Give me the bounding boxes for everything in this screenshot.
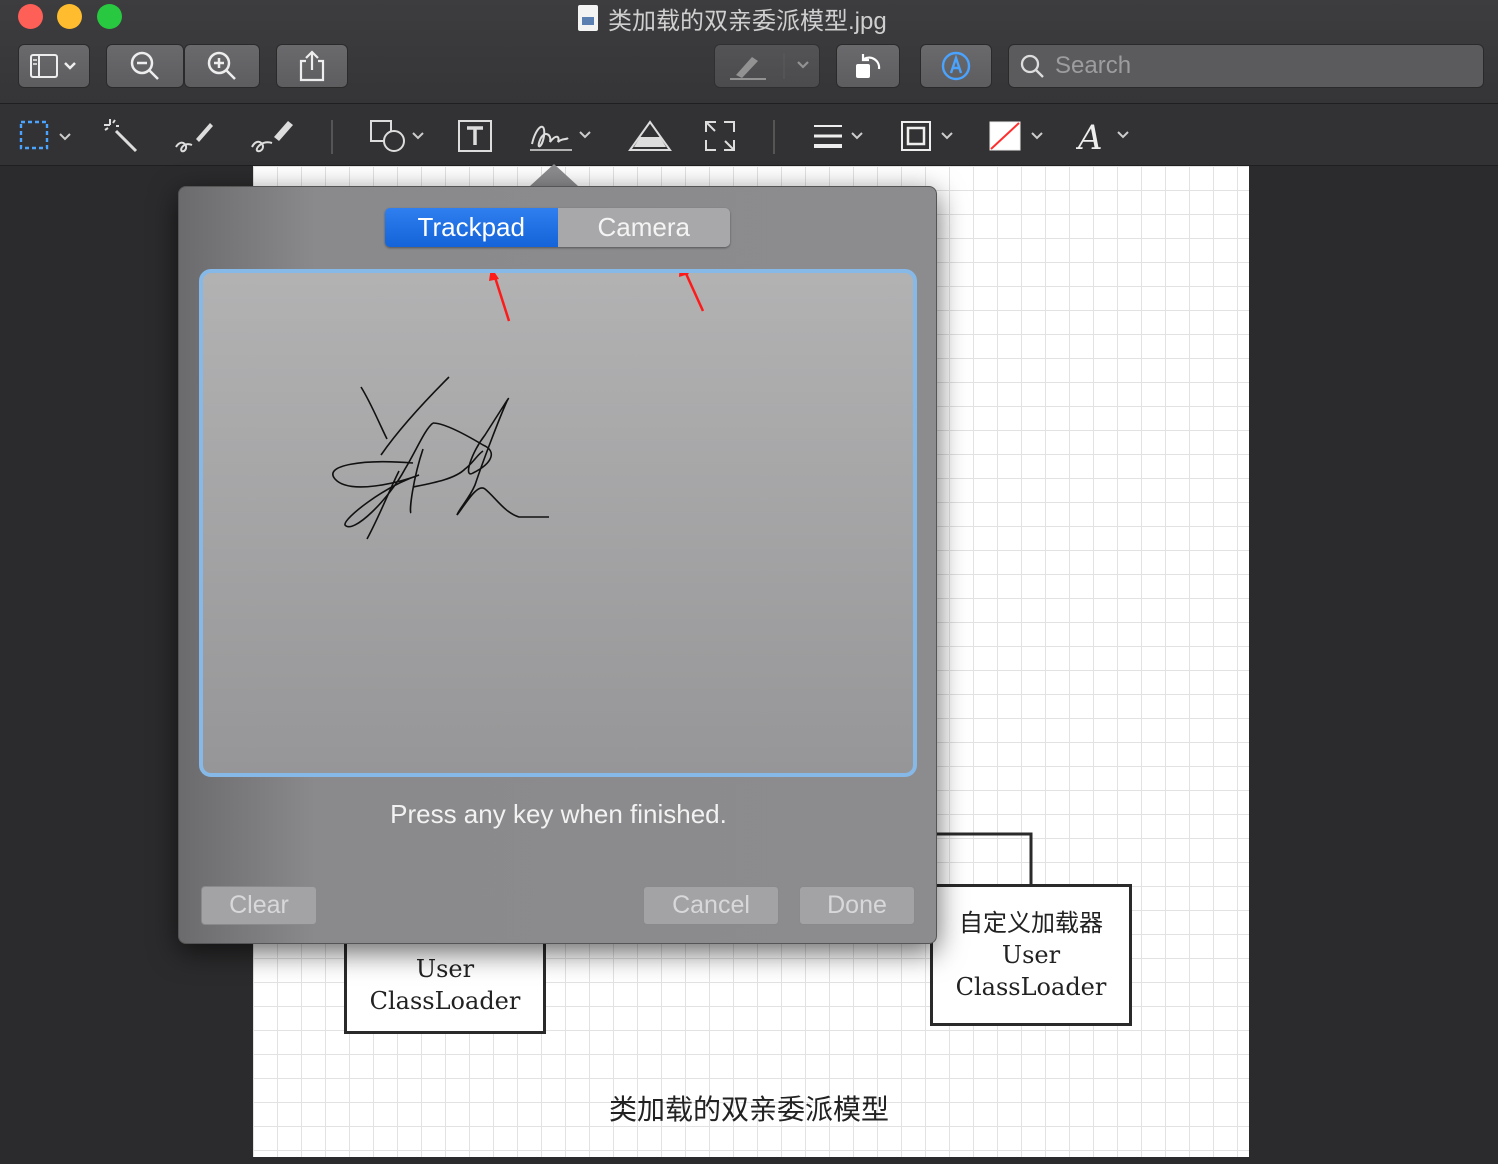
signature-source-segmented-control: Trackpad Camera [385, 208, 730, 247]
sidebar-icon [30, 54, 76, 78]
share-button[interactable] [276, 44, 348, 88]
rotate-icon [856, 54, 881, 78]
markup-toolbar-button[interactable] [920, 44, 992, 88]
signature-hint-text: Press any key when finished. [390, 799, 727, 829]
signature-popover: Trackpad Camera Press any key when finis… [178, 186, 937, 944]
zoom-window-button[interactable] [97, 4, 122, 29]
zoom-out-icon [130, 51, 159, 80]
adjust-size-tool[interactable] [702, 116, 738, 156]
text-style-icon: A [1076, 118, 1129, 156]
text-tool[interactable] [456, 116, 494, 156]
svg-text:A: A [1076, 118, 1103, 156]
text-box-icon [458, 120, 492, 152]
rotate-button[interactable] [836, 44, 900, 88]
popover-arrow [530, 164, 578, 186]
draw-tool[interactable] [248, 116, 296, 156]
box-line: ClassLoader [955, 973, 1107, 1001]
border-color-tool[interactable] [898, 116, 962, 156]
markup-toolbar: A [0, 104, 1498, 166]
search-field[interactable] [1008, 44, 1484, 88]
border-color-icon [901, 121, 953, 151]
text-style-tool[interactable]: A [1076, 116, 1138, 156]
highlight-button[interactable] [714, 44, 820, 88]
window-title-text: 类加载的双亲委派模型.jpg [608, 7, 887, 35]
diagram-caption: 类加载的双亲委派模型 [608, 1093, 889, 1126]
fill-color-tool[interactable] [986, 116, 1052, 156]
markup-icon [941, 51, 971, 81]
resize-icon [705, 121, 735, 151]
signature-icon [530, 125, 591, 151]
diagram-box-user-classloader: User ClassLoader [344, 938, 546, 1034]
search-input[interactable] [1055, 52, 1455, 80]
sidebar-button[interactable] [18, 44, 90, 88]
draw-icon [251, 121, 293, 153]
diagram-box-custom-loader: 自定义加载器 User ClassLoader [930, 884, 1132, 1026]
zoom-in-icon [207, 51, 236, 80]
rect-selection-icon [19, 120, 71, 150]
annotation-arrows [489, 273, 705, 322]
toolbar-separator [773, 120, 775, 154]
highlighter-icon [730, 53, 809, 80]
signature-drawing-pad[interactable] [199, 269, 917, 777]
prism-icon [628, 120, 672, 151]
toolbar-separator [331, 120, 333, 154]
cancel-button[interactable]: Cancel [643, 886, 779, 925]
window-title: 类加载的双亲委派模型.jpg [578, 2, 887, 35]
zoom-in-button[interactable] [184, 44, 260, 88]
magic-wand-icon [104, 119, 138, 153]
box-line: ClassLoader [369, 986, 521, 1015]
tab-trackpad[interactable]: Trackpad [385, 208, 558, 247]
selection-tool[interactable] [18, 116, 78, 156]
shape-style-tool[interactable] [810, 116, 872, 156]
sign-tool[interactable] [526, 116, 598, 156]
search-icon [1020, 54, 1044, 78]
box-line: 自定义加载器 [959, 909, 1103, 937]
tab-camera[interactable]: Camera [557, 208, 730, 247]
zoom-out-button[interactable] [106, 44, 184, 88]
done-button[interactable]: Done [799, 886, 915, 925]
clear-button[interactable]: Clear [201, 886, 317, 925]
minimize-window-button[interactable] [57, 4, 82, 29]
instant-alpha-tool[interactable] [102, 116, 140, 156]
sketch-tool[interactable] [172, 116, 216, 156]
adjust-color-tool[interactable] [626, 116, 674, 156]
box-line: User [1001, 941, 1061, 969]
document-icon [578, 5, 598, 31]
share-icon [299, 50, 325, 82]
shapes-tool[interactable] [368, 116, 430, 156]
close-window-button[interactable] [18, 4, 43, 29]
shapes-icon [370, 120, 424, 152]
box-line: User [415, 954, 475, 983]
line-style-icon [814, 125, 863, 148]
sketch-icon [175, 123, 213, 153]
window-titlebar: 类加载的双亲委派模型.jpg [0, 0, 1498, 104]
fill-color-icon [989, 121, 1043, 151]
